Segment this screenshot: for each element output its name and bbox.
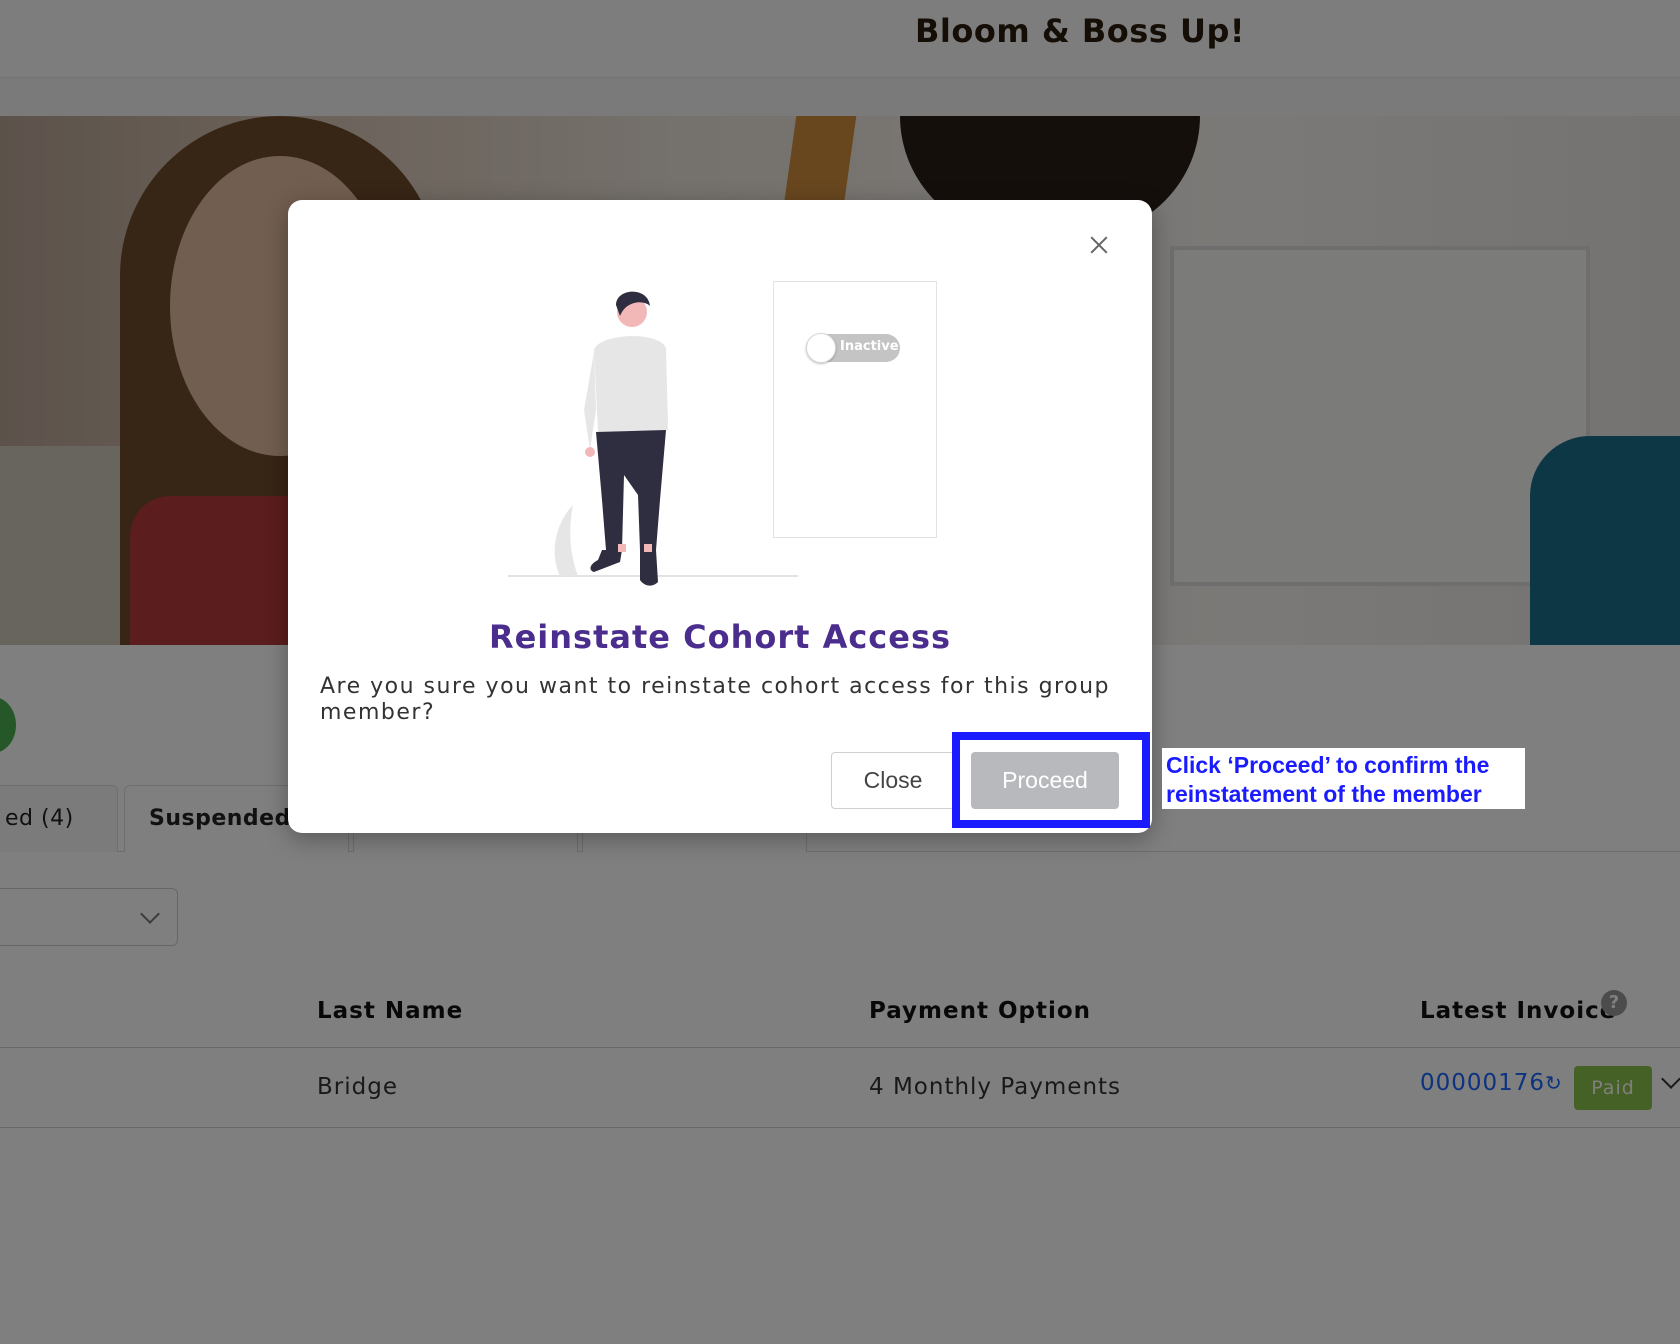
tutorial-callout: Click ‘Proceed’ to confirm the reinstate… — [1162, 748, 1525, 809]
toggle-label: Inactive — [840, 339, 899, 354]
toggle-knob — [806, 333, 836, 363]
tutorial-highlight-box — [952, 732, 1150, 828]
close-button[interactable]: Close — [831, 752, 955, 809]
modal-title: Reinstate Cohort Access — [488, 618, 952, 656]
settings-card-illustration — [773, 281, 937, 538]
close-icon[interactable] — [1084, 230, 1114, 260]
modal-message: Are you sure you want to reinstate cohor… — [320, 674, 1110, 725]
status-toggle: Inactive — [806, 333, 900, 363]
